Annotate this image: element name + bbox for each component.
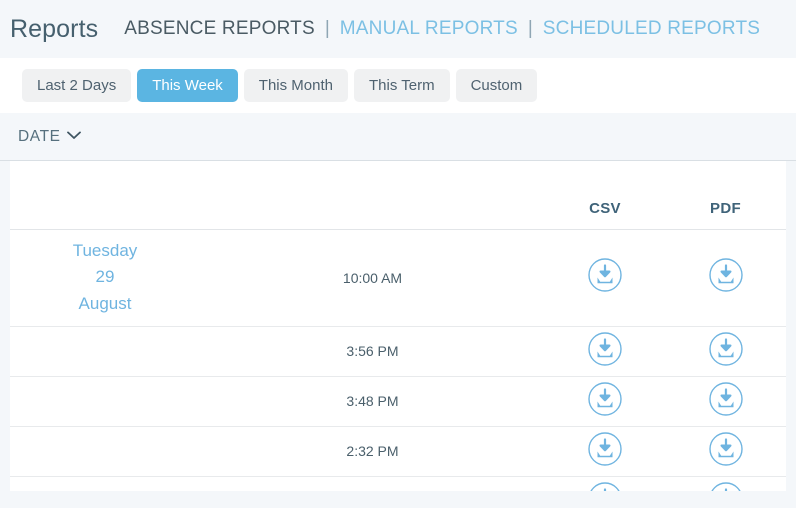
nav-separator-2: | [528, 18, 533, 40]
report-time-cell: 3:56 PM [200, 326, 545, 376]
column-header-time [200, 161, 545, 229]
filter-button-last-2-days[interactable]: Last 2 Days [22, 69, 131, 102]
download-icon [587, 331, 623, 367]
csv-download-button[interactable] [587, 257, 623, 293]
nav-link-manual-reports[interactable]: MANUAL REPORTS [340, 18, 518, 40]
csv-download-button[interactable] [587, 481, 623, 492]
csv-download-cell [545, 229, 665, 326]
download-icon [708, 431, 744, 467]
date-range-button-group: Last 2 Days This Week This Month This Te… [22, 69, 543, 102]
date-month: August [10, 291, 200, 317]
table-body: Tuesday 29 August 10:00 AM [10, 229, 786, 491]
table-row: Monday [10, 476, 786, 491]
download-icon [708, 481, 744, 492]
download-icon [708, 381, 744, 417]
page-header: Reports ABSENCE REPORTS | MANUAL REPORTS… [0, 0, 796, 58]
csv-download-cell [545, 426, 665, 476]
pdf-download-button[interactable] [708, 481, 744, 492]
date-day: 29 [10, 264, 200, 290]
filter-button-this-week[interactable]: This Week [137, 69, 238, 102]
download-icon [587, 431, 623, 467]
date-range-filter-bar: Last 2 Days This Week This Month This Te… [0, 58, 796, 113]
page-title: Reports [10, 15, 98, 44]
pdf-download-cell [665, 229, 786, 326]
csv-download-cell [545, 476, 665, 491]
column-header-pdf: PDF [665, 161, 786, 229]
pdf-download-button[interactable] [708, 381, 744, 417]
csv-download-cell [545, 326, 665, 376]
report-date-cell [10, 376, 200, 426]
report-date-cell [10, 326, 200, 376]
sort-bar: DATE [0, 113, 796, 161]
nav-link-scheduled-reports[interactable]: SCHEDULED REPORTS [543, 18, 760, 40]
pdf-download-button[interactable] [708, 257, 744, 293]
filter-button-this-term[interactable]: This Term [354, 69, 450, 102]
reports-table-card: CSV PDF Tuesday 29 August 10:00 AM [10, 161, 786, 491]
report-time-cell: 10:00 AM [200, 229, 545, 326]
table-row: 2:32 PM [10, 426, 786, 476]
report-type-nav: ABSENCE REPORTS | MANUAL REPORTS | SCHED… [124, 18, 760, 40]
csv-download-button[interactable] [587, 431, 623, 467]
sort-control-date[interactable]: DATE [18, 128, 81, 146]
pdf-download-cell [665, 326, 786, 376]
report-time-cell [200, 476, 545, 491]
pdf-download-button[interactable] [708, 331, 744, 367]
download-icon [587, 257, 623, 293]
pdf-download-cell [665, 376, 786, 426]
nav-link-absence-reports[interactable]: ABSENCE REPORTS [124, 18, 315, 40]
table-row: 3:48 PM [10, 376, 786, 426]
table-header: CSV PDF [10, 161, 786, 229]
report-time-cell: 2:32 PM [200, 426, 545, 476]
csv-download-cell [545, 376, 665, 426]
download-icon [587, 481, 623, 492]
download-icon [587, 381, 623, 417]
table-header-row: CSV PDF [10, 161, 786, 229]
column-header-date [10, 161, 200, 229]
pdf-download-cell [665, 476, 786, 491]
csv-download-button[interactable] [587, 381, 623, 417]
csv-download-button[interactable] [587, 331, 623, 367]
report-date-cell [10, 426, 200, 476]
filter-button-custom[interactable]: Custom [456, 69, 538, 102]
table-row: 3:56 PM [10, 326, 786, 376]
report-time-cell: 3:48 PM [200, 376, 545, 426]
report-date-cell[interactable]: Monday [10, 476, 200, 491]
reports-table: CSV PDF Tuesday 29 August 10:00 AM [10, 161, 786, 491]
table-row: Tuesday 29 August 10:00 AM [10, 229, 786, 326]
pdf-download-cell [665, 426, 786, 476]
download-icon [708, 331, 744, 367]
download-icon [708, 257, 744, 293]
sort-label: DATE [18, 128, 61, 146]
chevron-down-icon [67, 127, 81, 145]
date-weekday: Monday [10, 488, 200, 491]
date-weekday: Tuesday [10, 238, 200, 264]
column-header-csv: CSV [545, 161, 665, 229]
report-date-cell[interactable]: Tuesday 29 August [10, 229, 200, 326]
nav-separator-1: | [325, 18, 330, 40]
pdf-download-button[interactable] [708, 431, 744, 467]
filter-button-this-month[interactable]: This Month [244, 69, 348, 102]
